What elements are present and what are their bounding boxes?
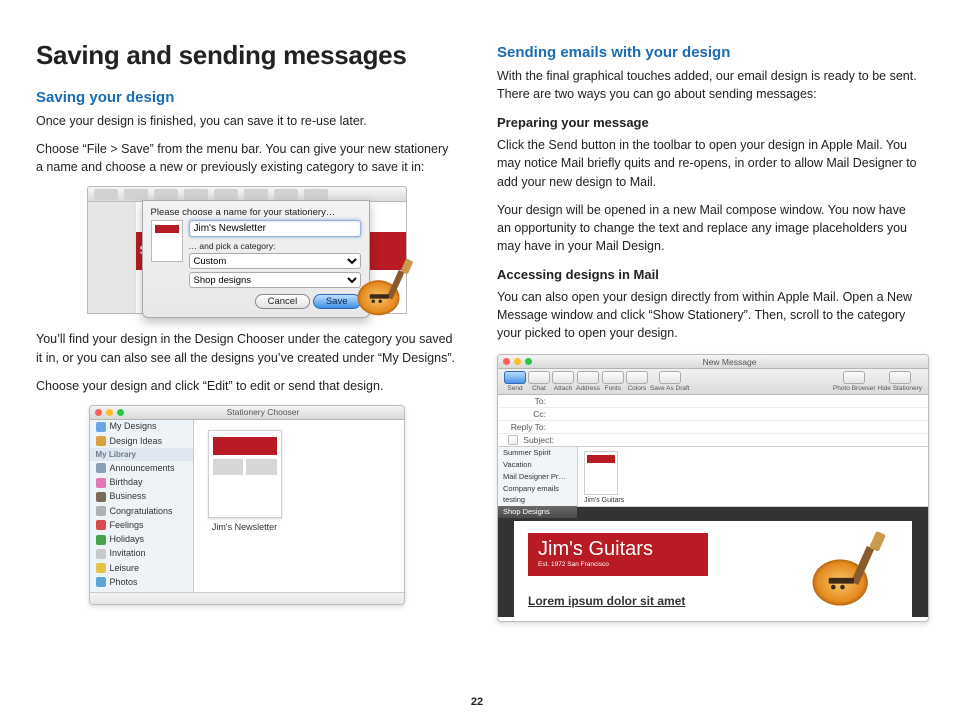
category-label: … and pick a category:: [189, 241, 361, 251]
subject-input[interactable]: [558, 435, 922, 445]
sidebar-item-design-ideas[interactable]: Design Ideas: [90, 434, 193, 448]
page-number: 22: [0, 696, 954, 708]
para: With the final graphical touches added, …: [497, 67, 918, 103]
stationery-category-selected[interactable]: Shop Designs: [498, 506, 577, 518]
subheading-accessing: Accessing designs in Mail: [497, 267, 918, 282]
design-card-caption: Jim's Newsletter: [208, 522, 282, 532]
save-draft-button[interactable]: Save As Draft: [650, 371, 690, 392]
stationery-category[interactable]: Mail Designer Pr…: [498, 471, 577, 483]
para: Choose your design and click “Edit” to e…: [36, 377, 457, 395]
sidebar: My Designs Design Ideas My Library Annou…: [90, 420, 194, 592]
to-label: To:: [504, 396, 550, 406]
page-title: Saving and sending messages: [36, 40, 457, 71]
window-title: New Message: [536, 357, 923, 367]
close-icon[interactable]: [503, 358, 510, 365]
mail-headers: To: Cc: Reply To: Subject:: [498, 395, 928, 447]
sidebar-header-library: My Library: [90, 448, 193, 461]
para: You’ll find your design in the Design Ch…: [36, 330, 457, 366]
guitar-icon: [354, 254, 424, 317]
heading-sending: Sending emails with your design: [497, 44, 918, 61]
sidebar-item[interactable]: Feelings: [90, 518, 193, 532]
para: You can also open your design directly f…: [497, 288, 918, 342]
sidebar-item-my-designs[interactable]: My Designs: [90, 420, 193, 434]
reply-label: Reply To:: [504, 422, 550, 432]
colors-button[interactable]: Colors: [626, 371, 648, 392]
chat-button[interactable]: Chat: [528, 371, 550, 392]
save-sheet: Please choose a name for your stationery…: [142, 200, 370, 318]
para: Click the Send button in the toolbar to …: [497, 136, 918, 190]
figure-save-dialog: s Guitars Please choose a name for your …: [87, 186, 407, 316]
sidebar-item[interactable]: Photos: [90, 575, 193, 589]
sidebar-item[interactable]: Holidays: [90, 533, 193, 547]
heading-saving: Saving your design: [36, 89, 457, 106]
address-button[interactable]: Address: [576, 371, 600, 392]
email-banner: Jim's Guitars Est. 1972 San Francisco: [528, 533, 708, 576]
subject-label: Subject:: [518, 435, 558, 445]
design-card[interactable]: Jim's Newsletter: [208, 430, 282, 532]
figure-mail-compose: New Message Send Chat Attach Address Fon…: [497, 354, 929, 622]
para: Once your design is finished, you can sa…: [36, 112, 457, 130]
cc-label: Cc:: [504, 409, 550, 419]
send-button[interactable]: Send: [504, 371, 526, 392]
stationery-category-list: Summer Spirit Vacation Mail Designer Pr……: [498, 447, 578, 506]
zoom-icon[interactable]: [525, 358, 532, 365]
to-input[interactable]: [550, 396, 922, 406]
minimize-icon[interactable]: [514, 358, 521, 365]
sidebar-item[interactable]: Congratulations: [90, 504, 193, 518]
zoom-icon[interactable]: [117, 409, 124, 416]
stationery-category[interactable]: Summer Spirit: [498, 447, 577, 459]
sidebar-item[interactable]: Leisure: [90, 561, 193, 575]
category-select-2[interactable]: Shop designs: [189, 272, 361, 288]
sidebar-item[interactable]: Business: [90, 490, 193, 504]
stationery-category[interactable]: Vacation: [498, 459, 577, 471]
fonts-button[interactable]: Fonts: [602, 371, 624, 392]
sidebar-item[interactable]: Invitation: [90, 547, 193, 561]
mail-toolbar: Send Chat Attach Address Fonts Colors Sa…: [498, 369, 928, 395]
sidebar-item[interactable]: Sentiments: [90, 590, 193, 592]
stationery-name-input[interactable]: [189, 220, 361, 237]
header-menu-button[interactable]: [508, 435, 518, 445]
para: Choose “File > Save” from the menu bar. …: [36, 140, 457, 176]
window-title: Stationery Chooser: [128, 407, 399, 417]
stationery-thumbnail: [151, 220, 183, 262]
sidebar-item[interactable]: Birthday: [90, 476, 193, 490]
figure-stationery-chooser: Stationery Chooser My Designs Design Ide…: [89, 405, 405, 605]
stationery-category[interactable]: testing: [498, 494, 577, 506]
stationery-category[interactable]: Company emails: [498, 483, 577, 495]
cc-input[interactable]: [550, 409, 922, 419]
guitar-icon: [808, 525, 900, 608]
stationery-card-caption: Jim's Guitars: [584, 497, 624, 504]
cancel-button[interactable]: Cancel: [255, 294, 311, 309]
minimize-icon[interactable]: [106, 409, 113, 416]
stationery-card[interactable]: Jim's Guitars: [584, 451, 624, 504]
sidebar-item[interactable]: Announcements: [90, 461, 193, 475]
category-select-1[interactable]: Custom: [189, 253, 361, 269]
attach-button[interactable]: Attach: [552, 371, 574, 392]
subheading-preparing: Preparing your message: [497, 115, 918, 130]
hide-stationery-button[interactable]: Hide Stationery: [878, 371, 922, 392]
save-prompt-label: Please choose a name for your stationery…: [151, 207, 361, 218]
para: Your design will be opened in a new Mail…: [497, 201, 918, 255]
mail-body-preview: Jim's Guitars Est. 1972 San Francisco Lo…: [498, 507, 928, 617]
reply-input[interactable]: [550, 422, 922, 432]
close-icon[interactable]: [95, 409, 102, 416]
photo-browser-button[interactable]: Photo Browser: [833, 371, 876, 392]
